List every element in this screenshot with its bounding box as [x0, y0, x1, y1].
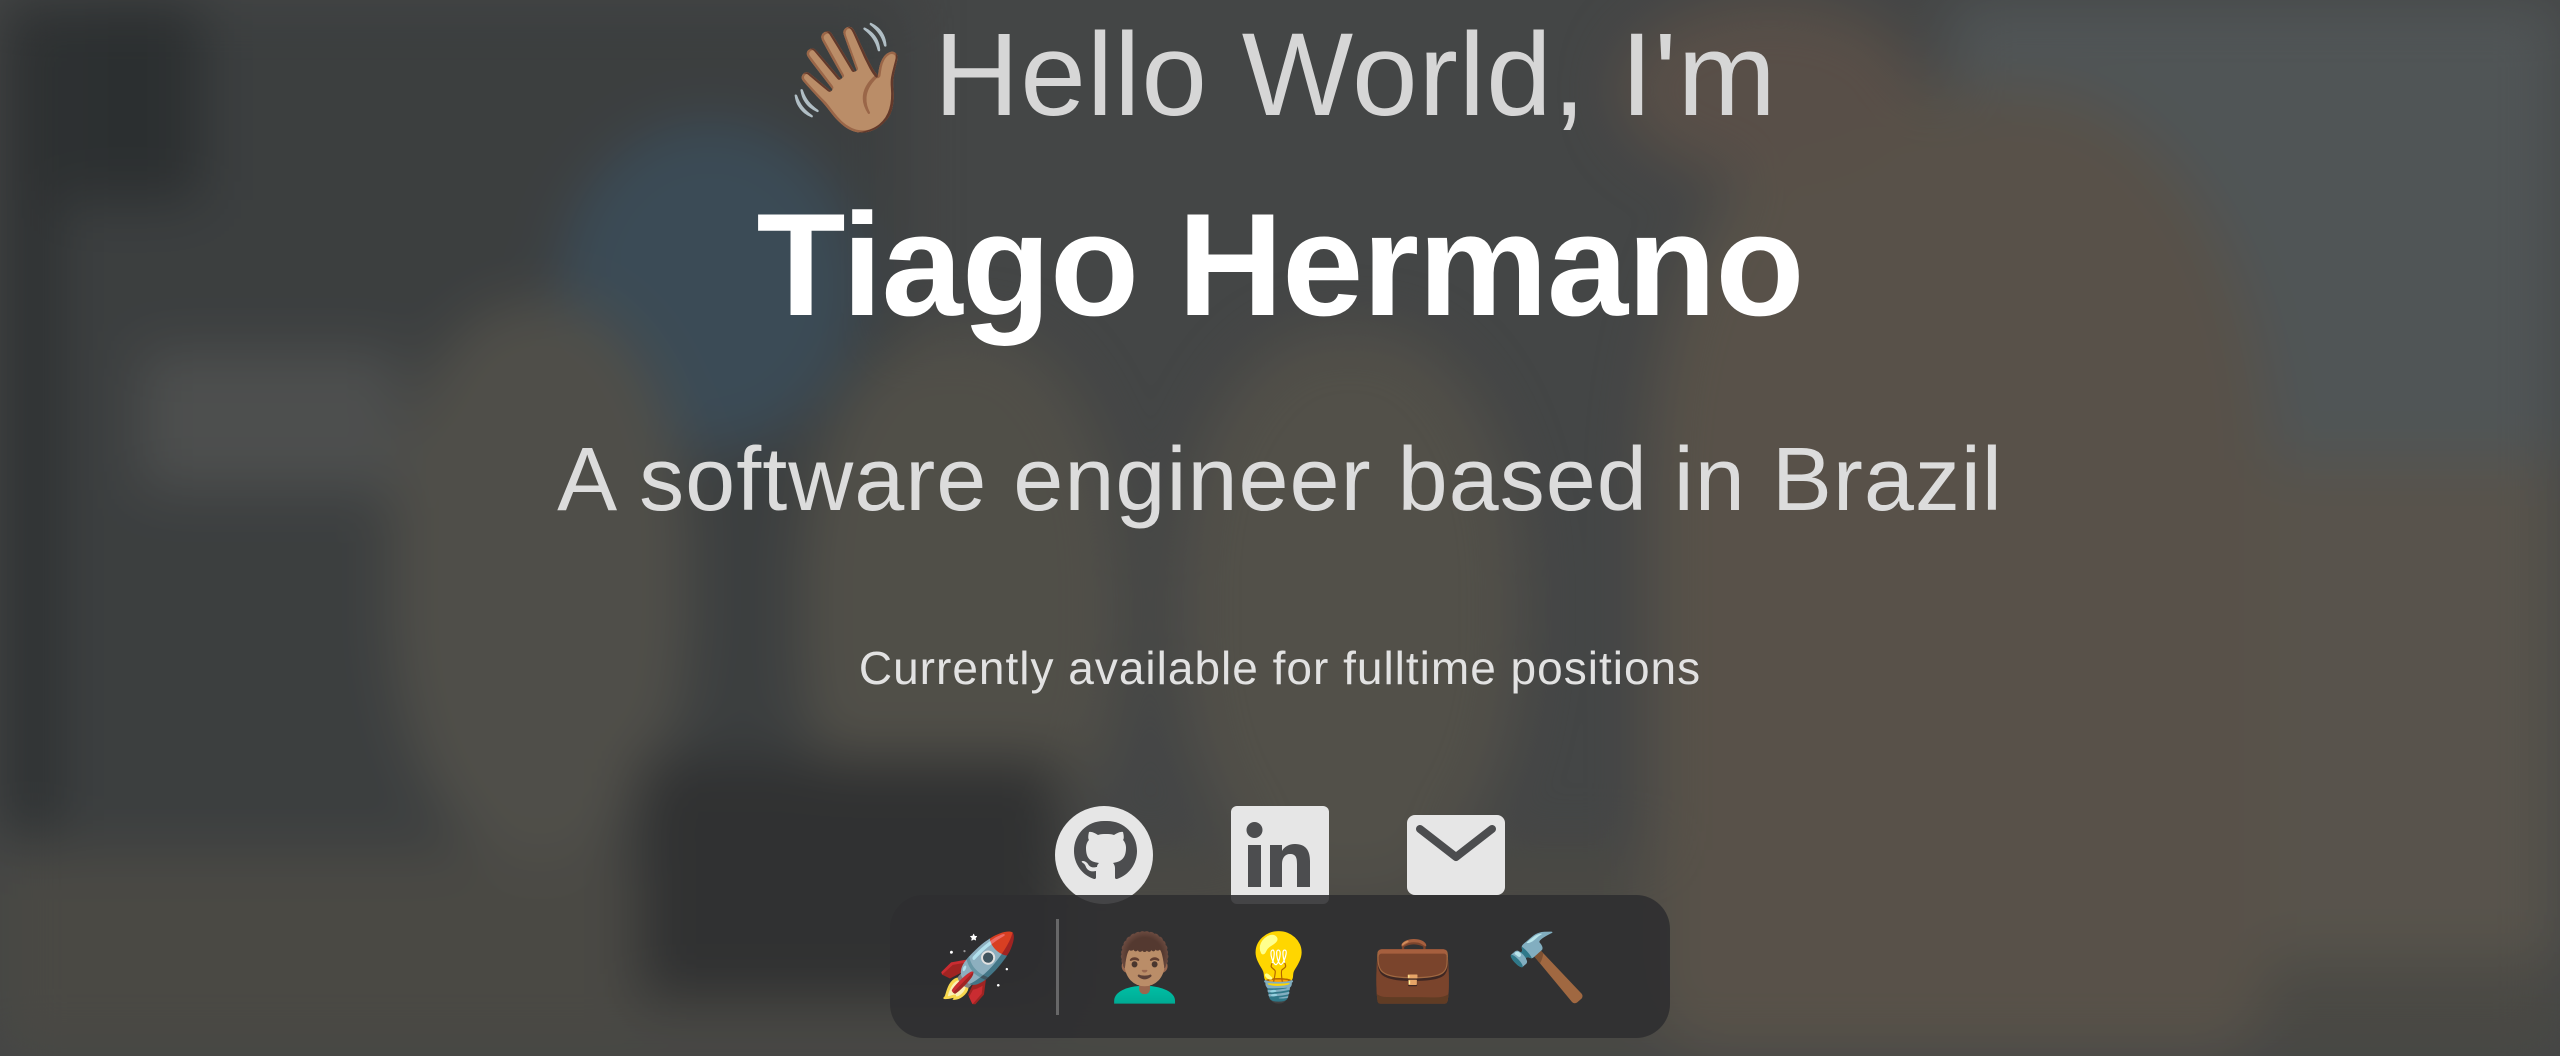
dock-divider [1056, 918, 1059, 1015]
waving-hand-icon: 👋🏽 [783, 20, 917, 138]
hero-section: 👋🏽 Hello World, I'm Tiago Hermano A softw… [0, 0, 2560, 1056]
lightbulb-icon[interactable]: 💡 [1238, 927, 1320, 1007]
page: 👋🏽 Hello World, I'm Tiago Hermano A softw… [0, 0, 2560, 1056]
github-icon [1055, 806, 1153, 904]
hammer-icon[interactable]: 🔨 [1506, 927, 1588, 1007]
greeting-heading: 👋🏽 Hello World, I'm [0, 10, 2560, 144]
github-link[interactable] [1054, 805, 1154, 905]
email-link[interactable] [1406, 805, 1506, 905]
mail-icon [1407, 815, 1505, 895]
tagline: A software engineer based in Brazil [557, 430, 2003, 530]
social-links [0, 805, 2560, 905]
greeting-text: Hello World, I'm [934, 9, 1777, 141]
avatar-icon[interactable]: 👨🏽‍🦱 [1104, 927, 1186, 1007]
dock-nav: 🚀 👨🏽‍🦱 💡 💼 🔨 [890, 895, 1670, 1038]
linkedin-link[interactable] [1230, 805, 1330, 905]
linkedin-icon [1231, 806, 1329, 904]
briefcase-icon[interactable]: 💼 [1372, 927, 1454, 1007]
availability-text: Currently available for fulltime positio… [858, 642, 1702, 694]
rocket-icon[interactable]: 🚀 [937, 927, 1019, 1007]
name-title: Tiago Hermano [756, 183, 1804, 346]
